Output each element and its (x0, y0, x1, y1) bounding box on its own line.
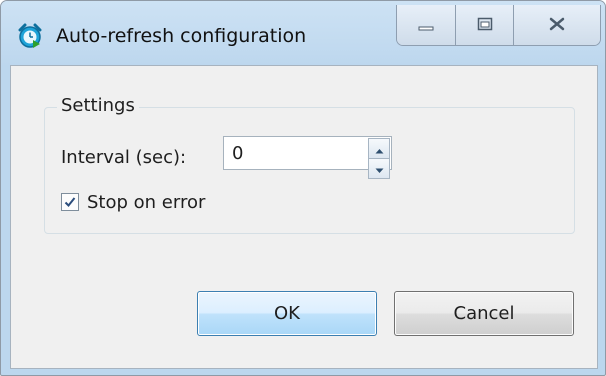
window-controls (396, 5, 601, 46)
dialog-body: Settings Interval (sec): 0 Stop on error… (10, 65, 598, 369)
maximize-button[interactable] (455, 5, 515, 45)
spinner-up-button[interactable] (368, 138, 390, 158)
interval-label: Interval (sec): (61, 147, 187, 168)
title-bar[interactable]: Auto-refresh configuration (1, 1, 605, 65)
minimize-button[interactable] (397, 5, 456, 45)
close-icon (548, 16, 566, 35)
interval-input[interactable]: 0 (232, 143, 243, 164)
close-button[interactable] (514, 5, 600, 45)
stop-on-error-label[interactable]: Stop on error (87, 192, 205, 213)
checkmark-icon (64, 197, 76, 207)
interval-spinner[interactable]: 0 (223, 136, 392, 179)
spinner-buttons (368, 138, 390, 179)
alarm-clock-icon (17, 23, 43, 49)
arrow-up-icon (375, 139, 384, 158)
minimize-icon (418, 16, 434, 35)
maximize-icon (477, 16, 493, 35)
dialog-window: Auto-refresh configuration Settings Inte… (0, 0, 606, 376)
settings-group: Settings Interval (sec): 0 Stop on error (44, 95, 575, 234)
window-title: Auto-refresh configuration (56, 25, 307, 47)
stop-on-error-checkbox[interactable] (61, 193, 79, 211)
cancel-button[interactable]: Cancel (394, 291, 574, 336)
settings-group-title: Settings (57, 95, 139, 116)
ok-button[interactable]: OK (197, 291, 377, 336)
stop-on-error-row[interactable]: Stop on error (61, 191, 205, 213)
spinner-down-button[interactable] (368, 158, 390, 179)
arrow-down-icon (375, 159, 384, 178)
